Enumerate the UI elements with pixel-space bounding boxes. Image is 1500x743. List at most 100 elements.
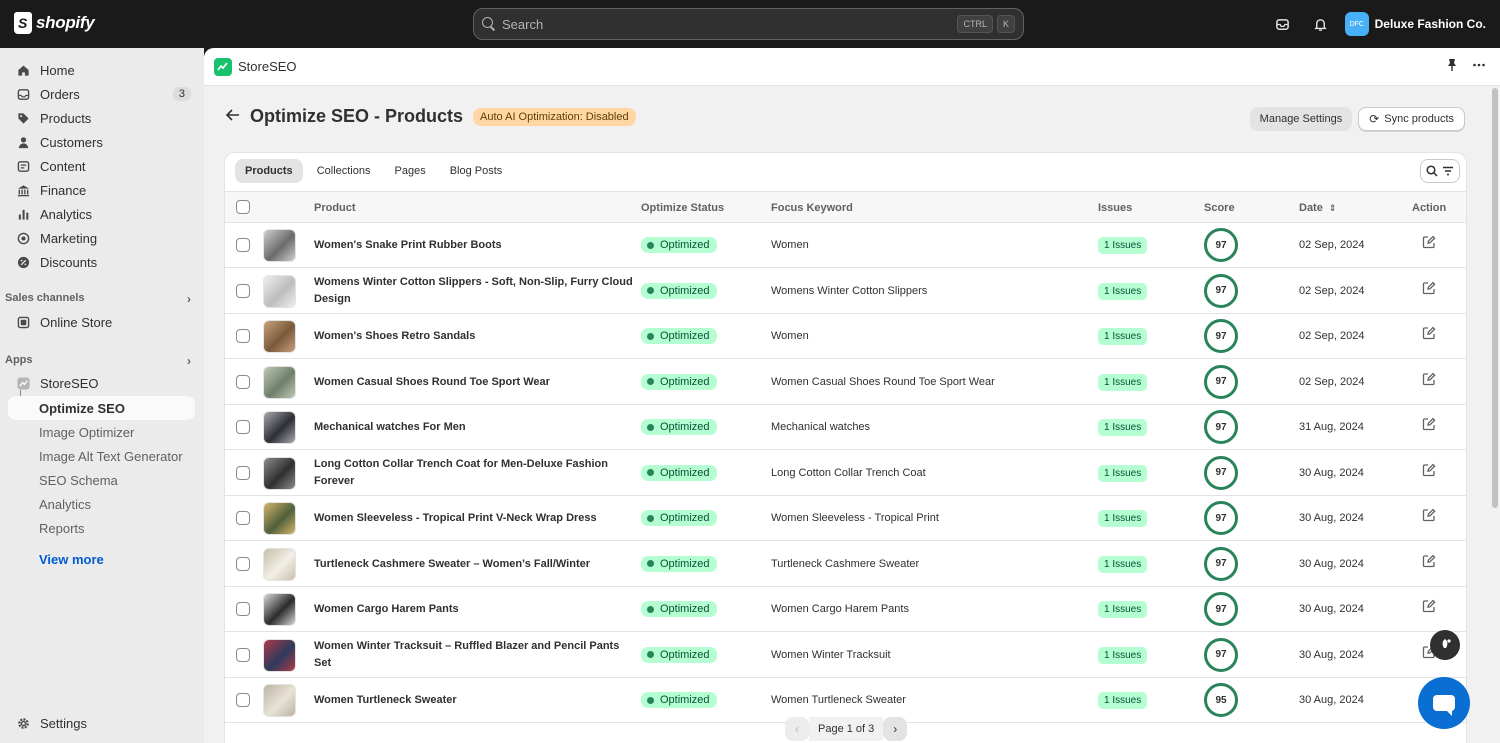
search-filter-button[interactable] — [1420, 159, 1460, 183]
table-row[interactable]: Women Casual Shoes Round Toe Sport Wear O… — [225, 360, 1466, 405]
sidebar-item-image-optimizer[interactable]: Image Optimizer — [8, 420, 195, 444]
previous-page-button[interactable]: ‹ — [785, 717, 809, 741]
pin-icon[interactable] — [1446, 58, 1458, 75]
select-all-checkbox[interactable] — [236, 200, 250, 214]
store-name[interactable]: Deluxe Fashion Co. — [1375, 17, 1486, 31]
product-name[interactable]: Women's Shoes Retro Sandals — [314, 328, 634, 345]
issues-badge[interactable]: 1 Issues — [1098, 282, 1148, 300]
tab-pages[interactable]: Pages — [385, 159, 436, 183]
next-page-button[interactable]: › — [883, 717, 908, 741]
sidebar-item-online-store[interactable]: Online Store — [8, 310, 195, 334]
edit-icon[interactable] — [1422, 326, 1436, 340]
sidebar-item-customers[interactable]: Customers — [8, 130, 195, 154]
table-row[interactable]: Women Cargo Harem Pants Optimized Women Ca… — [225, 587, 1466, 632]
product-name[interactable]: Women Casual Shoes Round Toe Sport Wear — [314, 374, 634, 391]
sales-channels-section[interactable]: Sales channels › — [5, 292, 195, 306]
issues-badge[interactable]: 1 Issues — [1098, 601, 1148, 618]
sidebar-item-optimize-seo[interactable]: Optimize SEO — [8, 396, 195, 420]
edit-icon[interactable] — [1422, 463, 1436, 477]
manage-settings-button[interactable]: Manage Settings — [1249, 107, 1353, 131]
tab-collections[interactable]: Collections — [307, 159, 381, 183]
more-options-icon[interactable] — [1472, 58, 1486, 75]
sidebar-item-orders[interactable]: Orders 3 — [8, 82, 195, 106]
sidebar-item-storeseo[interactable]: StoreSEO — [8, 371, 195, 395]
issues-badge[interactable]: 1 Issues — [1098, 555, 1148, 573]
edit-icon[interactable] — [1422, 235, 1436, 249]
row-checkbox[interactable] — [236, 511, 250, 525]
product-name[interactable]: Women's Snake Print Rubber Boots — [314, 237, 634, 254]
column-date[interactable]: Date ⇕ — [1299, 202, 1336, 214]
edit-icon[interactable] — [1422, 417, 1436, 431]
row-checkbox[interactable] — [236, 602, 250, 616]
issues-badge[interactable]: 1 Issues — [1098, 373, 1148, 391]
product-name[interactable]: Women Winter Tracksuit – Ruffled Blazer … — [314, 638, 634, 672]
edit-icon[interactable] — [1422, 508, 1436, 522]
edit-icon[interactable] — [1422, 281, 1436, 295]
table-row[interactable]: Womens Winter Cotton Slippers - Soft, No… — [225, 269, 1466, 314]
inbox-icon[interactable] — [1269, 10, 1297, 38]
back-arrow-icon[interactable] — [225, 108, 240, 126]
auto-ai-status-badge: Auto AI Optimization: Disabled — [473, 107, 636, 126]
tab-blog-posts[interactable]: Blog Posts — [440, 159, 513, 183]
row-checkbox[interactable] — [236, 374, 250, 389]
chat-support-button[interactable] — [1418, 677, 1470, 729]
sidebar-item-analytics[interactable]: Analytics — [8, 202, 195, 226]
scrollbar[interactable] — [1492, 88, 1498, 508]
product-name[interactable]: Women Cargo Harem Pants — [314, 601, 634, 618]
edit-icon[interactable] — [1422, 554, 1436, 568]
sidebar-item-app-analytics[interactable]: Analytics — [8, 492, 195, 516]
issues-badge[interactable]: 1 Issues — [1098, 646, 1148, 664]
search-input[interactable] — [502, 16, 954, 32]
sidebar-item-label: Discounts — [40, 254, 98, 270]
table-row[interactable]: Women Sleeveless - Tropical Print V-Neck… — [225, 496, 1466, 541]
apps-section[interactable]: Apps › — [5, 354, 195, 368]
sidebar-item-image-alt-text-generator[interactable]: Image Alt Text Generator — [8, 444, 195, 468]
issues-badge[interactable]: 1 Issues — [1098, 419, 1148, 436]
product-name[interactable]: Long Cotton Collar Trench Coat for Men-D… — [314, 456, 634, 490]
issues-badge[interactable]: 1 Issues — [1098, 328, 1148, 345]
row-checkbox[interactable] — [236, 465, 250, 480]
issues-badge[interactable]: 1 Issues — [1098, 237, 1148, 254]
store-avatar[interactable]: DFC — [1344, 12, 1369, 36]
issues-badge[interactable]: 1 Issues — [1098, 464, 1148, 482]
sync-products-button[interactable]: ⟳ Sync products — [1358, 107, 1465, 131]
row-checkbox[interactable] — [236, 556, 250, 571]
sidebar-item-reports[interactable]: Reports — [8, 516, 195, 540]
sidebar-item-home[interactable]: Home — [8, 58, 195, 82]
ai-assistant-button[interactable] — [1430, 630, 1460, 660]
table-row[interactable]: Women Winter Tracksuit – Ruffled Blazer … — [225, 633, 1466, 678]
row-checkbox[interactable] — [236, 647, 250, 662]
row-checkbox[interactable] — [236, 693, 250, 707]
top-icons: DFC Deluxe Fashion Co. — [1269, 10, 1486, 38]
product-name[interactable]: Women Turtleneck Sweater — [314, 692, 634, 709]
tab-products[interactable]: Products — [235, 159, 303, 183]
sidebar-item-content[interactable]: Content — [8, 154, 195, 178]
row-checkbox[interactable] — [236, 329, 250, 343]
sidebar-item-finance[interactable]: Finance — [8, 178, 195, 202]
table-row[interactable]: Long Cotton Collar Trench Coat for Men-D… — [225, 451, 1466, 496]
shopify-logo[interactable]: shopify — [14, 12, 95, 34]
table-row[interactable]: Turtleneck Cashmere Sweater – Women’s Fa… — [225, 542, 1466, 587]
product-name[interactable]: Turtleneck Cashmere Sweater – Women’s Fa… — [314, 556, 634, 573]
product-name[interactable]: Mechanical watches For Men — [314, 419, 634, 436]
edit-icon[interactable] — [1422, 372, 1436, 386]
table-row[interactable]: Women's Snake Print Rubber Boots Optimize… — [225, 223, 1466, 268]
sidebar-item-marketing[interactable]: Marketing — [8, 226, 195, 250]
table-row[interactable]: Mechanical watches For Men Optimized Mecha… — [225, 405, 1466, 450]
sidebar-item-seo-schema[interactable]: SEO Schema — [8, 468, 195, 492]
edit-icon[interactable] — [1422, 599, 1436, 613]
sidebar-item-settings[interactable]: Settings — [8, 711, 195, 735]
sidebar-item-products[interactable]: Products — [8, 106, 195, 130]
row-checkbox[interactable] — [236, 420, 250, 434]
sidebar-item-discounts[interactable]: Discounts — [8, 250, 195, 274]
product-name[interactable]: Women Sleeveless - Tropical Print V-Neck… — [314, 510, 634, 527]
table-row[interactable]: Women's Shoes Retro Sandals Optimized Wome… — [225, 314, 1466, 359]
issues-badge[interactable]: 1 Issues — [1098, 692, 1148, 709]
issues-badge[interactable]: 1 Issues — [1098, 510, 1148, 527]
row-checkbox[interactable] — [236, 283, 250, 298]
bell-icon[interactable] — [1307, 10, 1335, 38]
global-search[interactable]: CTRL K — [473, 8, 1024, 40]
row-checkbox[interactable] — [236, 238, 250, 252]
view-more-link[interactable]: View more — [39, 552, 104, 567]
product-name[interactable]: Womens Winter Cotton Slippers - Soft, No… — [314, 274, 634, 308]
